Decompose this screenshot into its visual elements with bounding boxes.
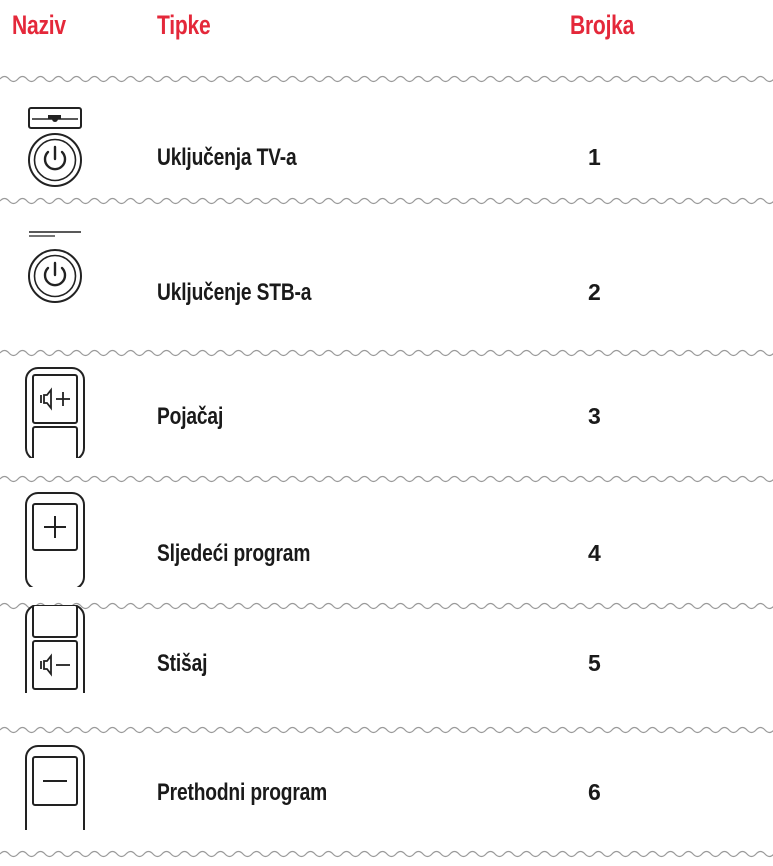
header-tipke: Tipke bbox=[157, 10, 211, 40]
row-label: Pojačaj bbox=[157, 403, 224, 430]
power-tv-icon bbox=[28, 107, 82, 187]
channel-minus-icon bbox=[25, 745, 85, 830]
row-number: 3 bbox=[588, 403, 601, 429]
header-naziv: Naziv bbox=[12, 10, 66, 40]
row-label: Prethodni program bbox=[157, 779, 328, 806]
divider-wave bbox=[0, 850, 773, 858]
row-number: 4 bbox=[588, 540, 601, 566]
row-number: 2 bbox=[588, 279, 601, 305]
row-label: Stišaj bbox=[157, 650, 208, 677]
divider-wave bbox=[0, 726, 773, 734]
divider-wave bbox=[0, 602, 773, 610]
divider-wave bbox=[0, 197, 773, 205]
divider-wave bbox=[0, 349, 773, 357]
row-number: 1 bbox=[588, 144, 601, 170]
header-brojka: Brojka bbox=[570, 10, 635, 40]
volume-up-icon bbox=[25, 367, 85, 458]
row-label: Sljedeći program bbox=[157, 540, 311, 567]
row-number: 5 bbox=[588, 650, 601, 676]
divider-wave bbox=[0, 75, 773, 83]
divider-wave bbox=[0, 475, 773, 483]
volume-down-icon bbox=[25, 605, 85, 693]
row-number: 6 bbox=[588, 779, 601, 805]
row-label: Uključenje STB-a bbox=[157, 279, 312, 306]
channel-plus-icon bbox=[25, 492, 85, 587]
row-label: Uključenja TV-a bbox=[157, 144, 297, 171]
power-stb-icon bbox=[28, 231, 82, 303]
